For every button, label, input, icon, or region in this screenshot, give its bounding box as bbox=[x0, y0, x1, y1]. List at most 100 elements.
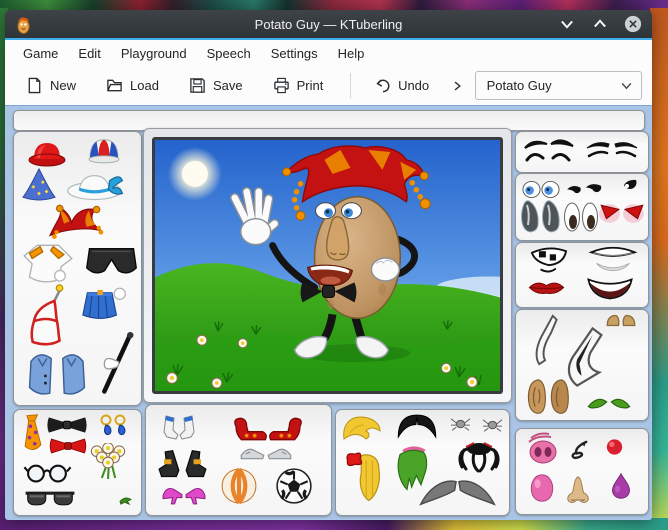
playground-frame bbox=[143, 128, 512, 403]
potato-guy-app-icon[interactable] bbox=[14, 15, 33, 34]
close-button[interactable] bbox=[624, 15, 642, 33]
playground-selector-value: Potato Guy bbox=[487, 78, 620, 93]
item-wizard-hat[interactable] bbox=[20, 167, 58, 201]
new-button-label: New bbox=[50, 78, 76, 93]
item-toothy-mouth[interactable] bbox=[521, 245, 577, 276]
white-glove-fist bbox=[371, 258, 399, 281]
item-brow-pair-angled[interactable] bbox=[521, 136, 579, 166]
item-blond-pigtails[interactable] bbox=[343, 448, 387, 503]
new-document-icon bbox=[26, 77, 43, 94]
item-jester-hat[interactable] bbox=[28, 203, 124, 242]
window-title: Potato Guy — KTuberling bbox=[5, 17, 652, 32]
item-big-ears[interactable] bbox=[521, 378, 577, 417]
menu-settings[interactable]: Settings bbox=[261, 43, 328, 64]
titlebar[interactable]: Potato Guy — KTuberling bbox=[5, 10, 652, 38]
item-white-nose[interactable] bbox=[529, 312, 563, 370]
item-sly-eyes[interactable] bbox=[564, 180, 604, 195]
panel-noses-ears bbox=[515, 309, 649, 421]
item-red-lips[interactable] bbox=[524, 278, 569, 297]
minimize-button[interactable] bbox=[558, 15, 576, 33]
item-blue-skirt[interactable] bbox=[76, 286, 130, 324]
item-pink-egg-nose[interactable] bbox=[527, 473, 557, 503]
item-blond-wig[interactable] bbox=[338, 413, 386, 443]
panel-shoes bbox=[145, 404, 332, 516]
menu-help[interactable]: Help bbox=[328, 43, 375, 64]
chevron-down-icon bbox=[620, 79, 633, 92]
item-brow-pair-slanted[interactable] bbox=[582, 138, 642, 164]
item-wink-eye[interactable] bbox=[619, 177, 641, 195]
undo-button[interactable]: Undo bbox=[367, 72, 436, 99]
item-gray-mustache[interactable] bbox=[413, 476, 502, 510]
item-black-pigtails[interactable] bbox=[453, 441, 505, 473]
item-soccer-ball[interactable] bbox=[271, 467, 317, 505]
item-earrings[interactable] bbox=[98, 414, 128, 440]
item-silver-shoes[interactable] bbox=[232, 444, 300, 462]
item-pink-heels[interactable] bbox=[155, 483, 213, 506]
print-button[interactable]: Print bbox=[266, 72, 331, 99]
item-round-glasses[interactable] bbox=[20, 462, 75, 483]
item-red-bowtie[interactable] bbox=[48, 436, 88, 456]
panel-pig-noses bbox=[515, 428, 649, 515]
item-black-bowtie[interactable] bbox=[45, 414, 89, 436]
panel-eyes bbox=[515, 173, 649, 241]
menu-speech[interactable]: Speech bbox=[197, 43, 261, 64]
item-white-boots[interactable] bbox=[151, 413, 207, 443]
item-black-shorts[interactable] bbox=[84, 243, 139, 279]
item-orange-tie[interactable] bbox=[19, 413, 47, 457]
print-icon bbox=[273, 77, 290, 94]
item-sun-hat[interactable] bbox=[60, 168, 134, 201]
item-beach-ball[interactable] bbox=[216, 467, 262, 505]
item-gray-eyes[interactable] bbox=[519, 199, 561, 235]
item-spider-2[interactable] bbox=[482, 414, 503, 434]
item-big-smile[interactable] bbox=[578, 276, 642, 302]
item-curly-tail[interactable] bbox=[565, 438, 592, 465]
item-cane[interactable] bbox=[94, 328, 138, 398]
playground-canvas[interactable] bbox=[152, 137, 503, 394]
undo-button-label: Undo bbox=[398, 78, 429, 93]
menu-edit[interactable]: Edit bbox=[68, 43, 110, 64]
item-daisy-bouquet[interactable] bbox=[84, 443, 132, 480]
toolbar-overflow-button[interactable] bbox=[452, 79, 462, 93]
toolbar-separator bbox=[350, 73, 351, 98]
panel-hair bbox=[335, 409, 510, 516]
print-button-label: Print bbox=[297, 78, 324, 93]
playground-selector[interactable]: Potato Guy bbox=[475, 71, 642, 100]
item-white-cape[interactable] bbox=[22, 283, 74, 347]
new-button[interactable]: New bbox=[19, 72, 83, 99]
panel-eyebrows bbox=[515, 131, 649, 173]
item-angry-eyes[interactable] bbox=[598, 199, 646, 226]
item-spider[interactable] bbox=[450, 414, 471, 432]
item-jester-shoes[interactable] bbox=[220, 413, 316, 445]
item-pig-snout[interactable] bbox=[525, 430, 561, 466]
item-elf-ears[interactable] bbox=[586, 390, 632, 414]
item-blue-eyes[interactable] bbox=[521, 180, 561, 199]
maximize-button[interactable] bbox=[591, 15, 609, 33]
item-sunglasses[interactable] bbox=[18, 490, 82, 507]
item-clown-suit[interactable] bbox=[16, 240, 80, 285]
item-grasshopper[interactable] bbox=[118, 494, 133, 505]
load-button[interactable]: Load bbox=[99, 72, 166, 99]
desktop-background-right bbox=[650, 8, 668, 530]
ktuberling-window: Potato Guy — KTuberling Game Edit Playgr… bbox=[5, 10, 652, 520]
item-oval-eyes[interactable] bbox=[562, 201, 600, 233]
menu-game[interactable]: Game bbox=[13, 43, 68, 64]
open-folder-icon bbox=[106, 77, 123, 94]
item-small-ears[interactable] bbox=[602, 313, 640, 328]
item-striped-cap[interactable] bbox=[84, 136, 124, 164]
load-button-label: Load bbox=[130, 78, 159, 93]
toolbar: New Load Save Print Undo Potato Guy bbox=[5, 66, 652, 105]
panel-hats-clothes bbox=[13, 131, 142, 406]
menu-playground[interactable]: Playground bbox=[111, 43, 197, 64]
item-denim-jacket[interactable] bbox=[22, 347, 92, 399]
item-black-hair[interactable] bbox=[392, 412, 442, 439]
item-red-hat[interactable] bbox=[26, 138, 68, 168]
item-black-boots[interactable] bbox=[155, 447, 210, 479]
item-purple-nose[interactable] bbox=[610, 469, 632, 502]
item-grin-mouth[interactable] bbox=[582, 245, 644, 276]
item-red-ball-nose[interactable] bbox=[605, 438, 624, 456]
save-button-label: Save bbox=[213, 78, 243, 93]
item-tan-nose[interactable] bbox=[562, 474, 594, 506]
menubar: Game Edit Playground Speech Settings Hel… bbox=[5, 40, 652, 66]
save-button[interactable]: Save bbox=[182, 72, 250, 99]
undo-arrow-icon bbox=[374, 77, 391, 94]
